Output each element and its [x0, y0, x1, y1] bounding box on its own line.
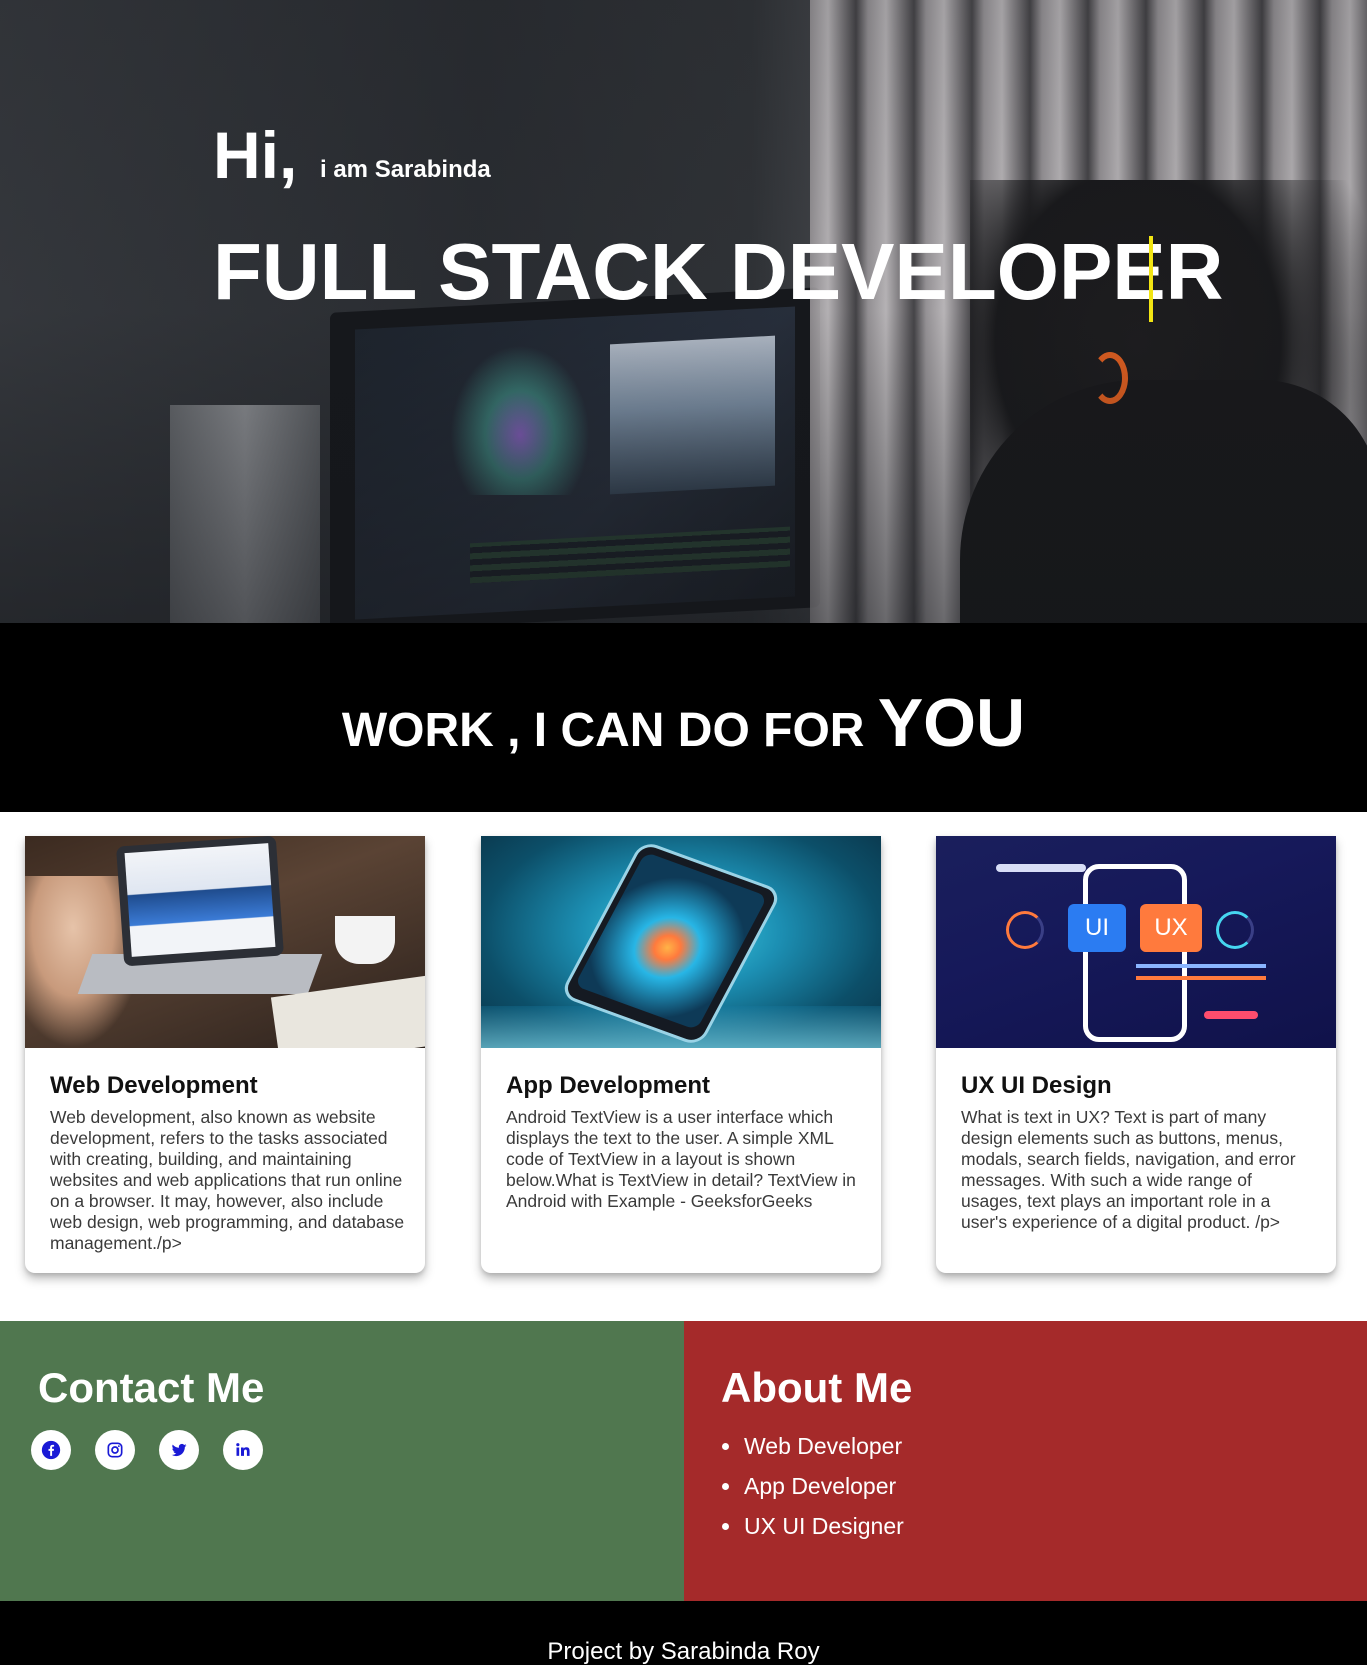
ux-ui-design-image: UI UX: [936, 836, 1336, 1048]
work-heading-emphasis: YOU: [877, 685, 1026, 761]
slider-bar-shape: [1136, 976, 1266, 980]
phone-frame-shape: [1083, 864, 1187, 1042]
ux-tile: UX: [1140, 904, 1202, 952]
card-description: Android TextView is a user interface whi…: [506, 1107, 856, 1211]
service-card-web[interactable]: Web Development Web development, also kn…: [25, 836, 425, 1273]
about-list: Web Developer App Developer UX UI Design…: [720, 1426, 904, 1546]
service-card-uxui[interactable]: UI UX UX UI Design What is text in UX? T…: [936, 836, 1336, 1273]
card-title: Web Development: [50, 1072, 258, 1099]
coffee-cup-shape: [335, 916, 395, 964]
about-list-item: Web Developer: [720, 1426, 904, 1466]
work-heading: WORK , I CAN DO FOR YOU: [0, 683, 1367, 771]
footer-credit: Project by Sarabinda Roy: [547, 1638, 820, 1665]
instagram-icon: [107, 1442, 123, 1458]
facebook-icon: [41, 1440, 61, 1460]
laptop-screen-shape: [124, 843, 276, 957]
linkedin-icon: [236, 1443, 250, 1456]
twitter-icon: [171, 1443, 187, 1457]
linkedin-link[interactable]: [223, 1430, 263, 1470]
card-description: What is text in UX? Text is part of many…: [961, 1107, 1296, 1232]
work-section-header: WORK , I CAN DO FOR YOU: [0, 623, 1367, 812]
app-development-image: [481, 836, 881, 1048]
about-list-item: App Developer: [720, 1466, 904, 1506]
hero-headline: FULL STACK DEVELOPER: [213, 227, 1224, 316]
hero-intro: i am Sarabinda: [320, 156, 491, 183]
contact-title: Contact Me: [38, 1364, 265, 1411]
twitter-link[interactable]: [159, 1430, 199, 1470]
facebook-link[interactable]: [31, 1430, 71, 1470]
card-title: UX UI Design: [961, 1072, 1112, 1099]
ui-bar-shape: [996, 864, 1086, 872]
card-title: App Development: [506, 1072, 711, 1099]
ui-button-shape: [1204, 1011, 1258, 1019]
web-development-image: [25, 836, 425, 1048]
footer: Project by Sarabinda Roy: [0, 1601, 1367, 1665]
about-list-item: UX UI Designer: [720, 1506, 904, 1546]
progress-ring-shape: [1006, 911, 1044, 949]
service-card-app[interactable]: App Development Android TextView is a us…: [481, 836, 881, 1273]
work-heading-main: WORK , I CAN DO FOR: [341, 704, 865, 757]
about-title: About Me: [721, 1364, 913, 1411]
about-section: About Me Web Developer App Developer UX …: [684, 1321, 1367, 1601]
slider-bar-shape: [1136, 964, 1266, 968]
progress-ring-shape: [1216, 911, 1254, 949]
ui-tile: UI: [1068, 904, 1126, 952]
hero-greeting: Hi,: [213, 118, 298, 192]
hero-section: Hi, i am Sarabinda FULL STACK DEVELOPER: [0, 0, 1367, 623]
typing-cursor: [1149, 236, 1153, 322]
card-description: Web development, also known as website d…: [50, 1107, 405, 1253]
instagram-link[interactable]: [95, 1430, 135, 1470]
